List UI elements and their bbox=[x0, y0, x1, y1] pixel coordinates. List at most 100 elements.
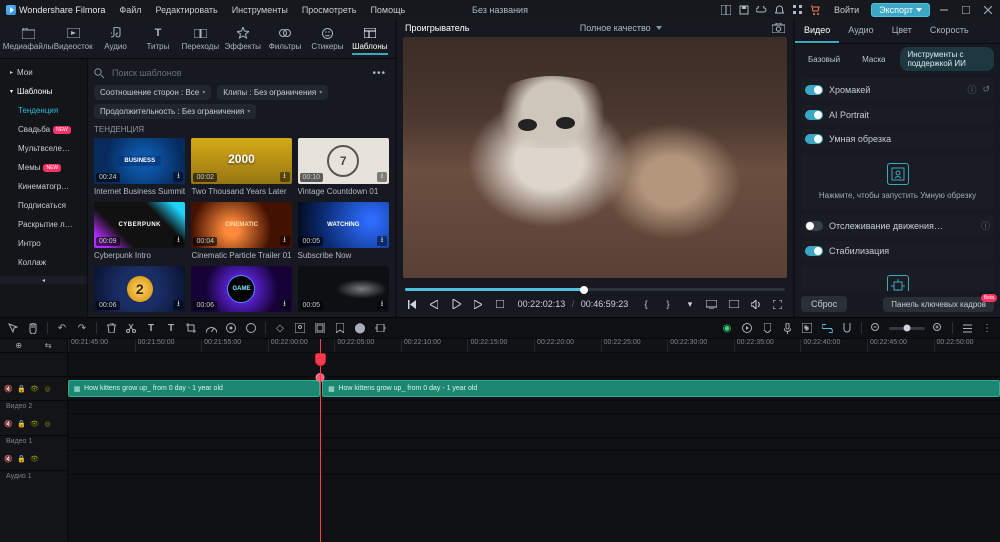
hand-icon[interactable] bbox=[26, 321, 40, 335]
audio-sync-icon[interactable] bbox=[800, 321, 814, 335]
download-icon[interactable]: ⭳ bbox=[280, 172, 290, 182]
record-icon[interactable]: ⬤ bbox=[353, 321, 367, 335]
tab-color[interactable]: Цвет bbox=[883, 19, 921, 43]
template-card[interactable]: 00:02⭳Two Thousand Years Later bbox=[191, 138, 291, 196]
cloud-icon[interactable] bbox=[756, 4, 768, 16]
lock-icon[interactable]: 🔒 bbox=[16, 418, 27, 429]
filter-aspect[interactable]: Соотношение сторон : Все▾ bbox=[94, 85, 211, 100]
template-card[interactable]: 00:06⭳ bbox=[191, 266, 291, 312]
tab-media[interactable]: Медиафайлы bbox=[4, 23, 52, 58]
split-icon[interactable] bbox=[124, 321, 138, 335]
reset-button[interactable]: Сброс bbox=[801, 296, 847, 312]
stab-run-button[interactable] bbox=[887, 275, 909, 291]
tab-video[interactable]: Видео bbox=[795, 19, 839, 43]
toolbar-more-icon[interactable]: ⋮ bbox=[980, 321, 994, 335]
tab-speed[interactable]: Скорость bbox=[921, 19, 978, 43]
motion-toggle[interactable] bbox=[805, 221, 823, 231]
zoom-in-icon[interactable] bbox=[931, 321, 945, 335]
text-icon[interactable]: T bbox=[144, 321, 158, 335]
download-icon[interactable]: ⭳ bbox=[173, 236, 183, 246]
step-fwd-button[interactable] bbox=[471, 297, 485, 311]
minimize-button[interactable] bbox=[936, 3, 952, 17]
info-icon[interactable]: ⓘ bbox=[981, 219, 990, 232]
scrub-handle[interactable] bbox=[580, 286, 588, 294]
text2-icon[interactable]: T bbox=[164, 321, 178, 335]
marker2-icon[interactable] bbox=[760, 321, 774, 335]
hide-icon[interactable]: 👁 bbox=[29, 383, 40, 394]
nav-item-0[interactable]: Тенденция bbox=[0, 101, 87, 120]
template-card[interactable]: 00:05⭳Subscribe Now bbox=[298, 202, 389, 260]
greenscreen-icon[interactable] bbox=[293, 321, 307, 335]
add-track-icon[interactable]: ⊕ bbox=[13, 340, 25, 352]
cart-icon[interactable] bbox=[810, 4, 822, 16]
menu-view[interactable]: Просмотреть bbox=[296, 3, 363, 17]
download-icon[interactable]: ⭳ bbox=[377, 236, 387, 246]
stab-toggle[interactable] bbox=[805, 246, 823, 256]
template-card[interactable]: 00:04⭳Cinematic Particle Trailer 01 bbox=[191, 202, 291, 260]
nav-item-5[interactable]: Подписаться bbox=[0, 196, 87, 215]
login-button[interactable]: Войти bbox=[828, 3, 865, 17]
info-icon[interactable]: ⓘ bbox=[967, 83, 976, 96]
template-card[interactable]: 00:24⭳Internet Business Summit bbox=[94, 138, 185, 196]
zoom-slider[interactable] bbox=[889, 327, 925, 330]
nav-my[interactable]: ▸Мои bbox=[0, 63, 87, 82]
color2-icon[interactable] bbox=[244, 321, 258, 335]
download-icon[interactable]: ⭳ bbox=[280, 300, 290, 310]
download-icon[interactable]: ⭳ bbox=[377, 172, 387, 182]
smartcrop-run-button[interactable] bbox=[887, 163, 909, 185]
menu-tools[interactable]: Инструменты bbox=[226, 3, 294, 17]
nav-item-2[interactable]: Мультвселе… bbox=[0, 139, 87, 158]
track-opts-icon[interactable]: ⇆ bbox=[42, 340, 54, 352]
fullscreen-icon[interactable] bbox=[771, 297, 785, 311]
snap-icon[interactable] bbox=[840, 321, 854, 335]
mark-out-icon[interactable]: } bbox=[661, 297, 675, 311]
chromakey-toggle[interactable] bbox=[805, 85, 823, 95]
export-button[interactable]: Экспорт bbox=[871, 3, 930, 17]
hide-icon[interactable]: 👁 bbox=[29, 418, 40, 429]
quality-select[interactable]: Полное качество bbox=[580, 23, 662, 33]
menu-file[interactable]: Файл bbox=[113, 3, 147, 17]
keyframes-button[interactable]: Панель ключевых кадровBeta bbox=[883, 297, 994, 312]
bell-icon[interactable] bbox=[774, 4, 786, 16]
mark-icon[interactable] bbox=[333, 321, 347, 335]
lock-icon[interactable]: 🔒 bbox=[16, 383, 27, 394]
tracks-area[interactable]: 00:21:45:00 00:21:50:00 00:21:55:00 00:2… bbox=[68, 339, 1000, 542]
mark-in-icon[interactable]: { bbox=[639, 297, 653, 311]
expand-icon[interactable] bbox=[373, 321, 387, 335]
crop-icon[interactable] bbox=[184, 321, 198, 335]
player-tab[interactable]: Проигрыватель bbox=[405, 23, 469, 33]
save-icon[interactable] bbox=[738, 4, 750, 16]
tab-effects[interactable]: Эффекты bbox=[222, 23, 264, 58]
subtab-mask[interactable]: Маска bbox=[855, 52, 892, 67]
keyframe-icon[interactable]: ◇ bbox=[273, 321, 287, 335]
nav-item-6[interactable]: Раскрытие л… bbox=[0, 215, 87, 234]
step-back-button[interactable] bbox=[427, 297, 441, 311]
more-icon[interactable]: ••• bbox=[369, 68, 389, 79]
nav-item-7[interactable]: Интро bbox=[0, 234, 87, 253]
speed-icon[interactable] bbox=[204, 321, 218, 335]
menu-edit[interactable]: Редактировать bbox=[150, 3, 224, 17]
subtab-ai[interactable]: Инструменты с поддержкой ИИ bbox=[900, 47, 994, 71]
maximize-button[interactable] bbox=[958, 3, 974, 17]
stop-button[interactable] bbox=[493, 297, 507, 311]
prev-frame-button[interactable] bbox=[405, 297, 419, 311]
aspect-icon[interactable] bbox=[727, 297, 741, 311]
render-icon[interactable] bbox=[740, 321, 754, 335]
volume-icon[interactable] bbox=[749, 297, 763, 311]
tab-stickers[interactable]: Стикеры bbox=[306, 23, 348, 58]
download-icon[interactable]: ⭳ bbox=[173, 300, 183, 310]
hide-icon[interactable]: 👁 bbox=[29, 453, 40, 464]
redo-icon[interactable]: ↷ bbox=[75, 321, 89, 335]
tab-audio2[interactable]: Аудио bbox=[839, 19, 882, 43]
reset-row-icon[interactable]: ↺ bbox=[982, 84, 990, 95]
menu-help[interactable]: Помощь bbox=[364, 3, 411, 17]
tab-templates[interactable]: Шаблоны bbox=[349, 23, 391, 58]
snapshot-icon[interactable] bbox=[772, 23, 785, 33]
filter-clips[interactable]: Клипы : Без ограничения▾ bbox=[217, 85, 328, 100]
viewport[interactable] bbox=[403, 37, 787, 278]
marker[interactable] bbox=[315, 373, 324, 382]
close-button[interactable] bbox=[980, 3, 996, 17]
template-card[interactable]: 00:10⭳Vintage Countdown 01 bbox=[298, 138, 389, 196]
mute-icon[interactable]: 🔇 bbox=[3, 453, 14, 464]
mute-icon[interactable]: 🔇 bbox=[3, 383, 14, 394]
